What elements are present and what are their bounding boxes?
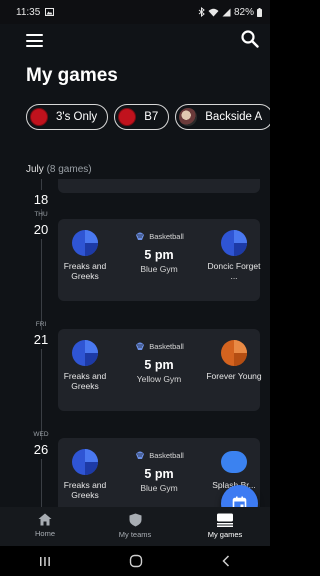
nav-my-games[interactable]: My games [180, 507, 270, 546]
day-number: 18 [30, 190, 52, 209]
top-app-bar [0, 24, 270, 60]
sport-label: Basketball [118, 231, 200, 241]
chip-label: B7 [144, 111, 159, 123]
nav-home-label: Home [34, 529, 55, 538]
game-venue: Blue Gym [140, 483, 178, 493]
system-navigation-bar [0, 546, 270, 576]
nav-teams-label: My teams [118, 530, 152, 539]
search-icon[interactable] [240, 29, 260, 49]
status-time: 11:35 [16, 6, 41, 18]
my-games-icon [217, 513, 233, 527]
bottom-navigation: Home My teams My games [0, 507, 270, 546]
team-logo-icon [72, 449, 98, 475]
app-screen: My games 3's Only B7 Backside A July (8 … [0, 24, 270, 546]
chip-label: Backside A [205, 111, 263, 123]
bluetooth-icon [198, 7, 205, 17]
home-team: Freaks and Greeks [55, 448, 115, 500]
home-button-icon[interactable] [129, 554, 143, 568]
sport-label: Basketball [118, 341, 200, 351]
nav-home[interactable]: Home [0, 507, 90, 546]
day-number: 26 [30, 440, 52, 459]
home-team: Freaks and Greeks [55, 229, 115, 281]
home-team-name: Freaks and Greeks [63, 371, 107, 391]
chip-3s-only[interactable]: 3's Only [26, 104, 109, 130]
day-marker-20: THU 20 [26, 211, 56, 239]
games-count: (8 games) [46, 164, 92, 175]
battery-level: 82% [233, 6, 254, 18]
battery-icon [257, 7, 262, 17]
shield-icon [129, 513, 141, 527]
chip-label: 3's Only [56, 111, 98, 123]
home-icon [38, 513, 52, 526]
nav-my-teams[interactable]: My teams [90, 507, 180, 546]
day-of-week: THU [34, 211, 48, 218]
day-number: 20 [30, 220, 52, 239]
day-of-week: FRI [35, 321, 47, 328]
signal-icon [222, 8, 231, 16]
game-venue: Blue Gym [140, 264, 178, 274]
away-team: Forever Young [204, 339, 264, 381]
away-team: Doncic Forget ... [204, 229, 264, 281]
chip-b7[interactable]: B7 [114, 104, 170, 130]
day-of-week: WED [33, 431, 49, 438]
status-bar: 11:35 82% [0, 0, 270, 24]
basketball-icon [136, 451, 145, 459]
game-card-partial[interactable] [58, 179, 260, 193]
game-venue: Yellow Gym [136, 374, 182, 384]
basketball-icon [136, 342, 145, 350]
team-logo-icon [30, 108, 48, 126]
back-icon[interactable] [221, 555, 231, 567]
home-team-name: Freaks and Greeks [63, 480, 107, 500]
game-time: 5 pm [144, 467, 174, 481]
day-marker-21: FRI 21 [26, 321, 56, 349]
game-card[interactable]: Freaks and Greeks Basketball 5 pm Blue G… [58, 219, 260, 301]
team-logo-icon [221, 230, 247, 256]
home-team: Freaks and Greeks [55, 339, 115, 391]
month-name: July [26, 164, 44, 175]
chip-backside[interactable]: Backside A [175, 104, 270, 130]
team-logo-icon [221, 340, 247, 366]
away-team-name: Doncic Forget ... [207, 261, 261, 281]
page-title: My games [26, 65, 118, 86]
game-card[interactable]: Freaks and Greeks Basketball 5 pm Yellow… [55, 329, 262, 411]
team-logo-icon [118, 108, 137, 126]
team-filter-chips: 3's Only B7 Backside A [26, 104, 270, 130]
game-info: Basketball 5 pm Blue Gym [118, 231, 200, 274]
game-info: Basketball 5 pm Blue Gym [118, 450, 200, 493]
home-team-name: Freaks and Greeks [63, 261, 107, 281]
game-time: 5 pm [144, 248, 174, 262]
team-logo-icon [221, 451, 247, 473]
wifi-icon [208, 8, 219, 16]
away-team: Splash Br... [204, 448, 264, 490]
day-marker-18: 18 [26, 181, 56, 209]
team-logo-icon [72, 230, 98, 256]
team-avatar-icon [179, 108, 198, 126]
month-header: July (8 games) [26, 164, 92, 175]
nav-games-label: My games [207, 530, 243, 539]
day-marker-26: WED 26 [26, 431, 56, 459]
recent-apps-icon[interactable] [39, 555, 51, 567]
day-number: 21 [30, 330, 52, 349]
menu-icon[interactable] [26, 34, 43, 47]
away-team-name: Forever Young [206, 371, 262, 381]
game-time: 5 pm [144, 358, 174, 372]
team-logo-icon [72, 340, 98, 366]
game-info: Basketball 5 pm Yellow Gym [118, 341, 200, 384]
sport-label: Basketball [118, 450, 200, 460]
image-notification-icon [45, 8, 55, 16]
basketball-icon [136, 232, 145, 240]
